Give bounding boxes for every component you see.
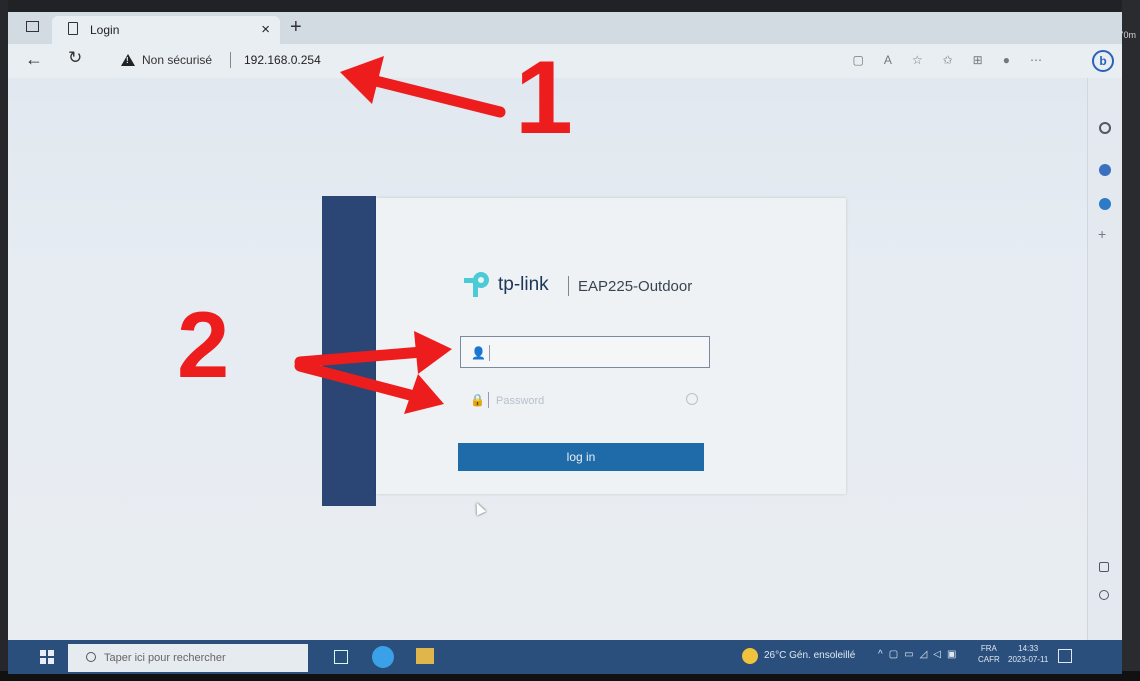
add-icon[interactable]: + [1098, 226, 1106, 242]
annotation-label-1: 1 [515, 40, 573, 156]
language-code: FRA [980, 644, 997, 653]
weather-sun-icon[interactable] [742, 648, 758, 664]
reload-icon[interactable]: ↻ [68, 48, 82, 68]
file-explorer-icon[interactable] [416, 648, 434, 664]
clock-date: 2023-07-11 [1008, 655, 1049, 664]
notification-icon[interactable] [1058, 649, 1072, 663]
system-tray-icons[interactable]: ^▢▭◿◁▣ [878, 649, 962, 660]
toolbar-icons[interactable]: ▢A☆✩⊞●⋯ [853, 53, 1062, 67]
edge-icon[interactable] [372, 646, 394, 668]
mouse-cursor-icon [471, 500, 487, 516]
page-icon [68, 22, 78, 35]
username-input[interactable] [495, 343, 689, 365]
address-bar[interactable]: 192.168.0.254 [244, 53, 321, 67]
back-arrow-icon[interactable]: ← [25, 49, 43, 70]
keyboard-layout: CAFR [978, 655, 1000, 664]
weather-text[interactable]: 26°C Gén. ensoleillé [764, 650, 855, 661]
windows-start-icon[interactable] [40, 650, 54, 664]
taskbar-search[interactable]: Taper ici pour rechercher [68, 644, 308, 672]
tab-actions-icon[interactable] [26, 21, 39, 32]
device-model: EAP225-Outdoor [578, 278, 693, 295]
tab-login[interactable]: Login × [52, 16, 280, 44]
login-button[interactable]: log in [458, 443, 704, 471]
browser-sidebar: + [1087, 78, 1122, 640]
brand-name: tp-link [498, 274, 549, 295]
tplink-logo-icon [464, 272, 489, 297]
annotation-label-2: 2 [177, 292, 230, 397]
close-icon[interactable]: × [261, 21, 270, 38]
task-view-icon[interactable] [334, 650, 348, 664]
split-screen-icon[interactable] [1099, 562, 1109, 572]
brand-divider [568, 276, 569, 296]
password-input[interactable] [494, 390, 688, 412]
sidebar-app-icon[interactable] [1099, 164, 1111, 176]
gear-icon[interactable] [1099, 590, 1109, 600]
login-card: tp-link EAP225-Outdoor 👤 🔒 log in [376, 198, 846, 516]
lock-icon: 🔒 [470, 393, 485, 407]
field-divider [489, 345, 490, 361]
laptop-bezel-right [1122, 0, 1140, 681]
clock-time: 14:33 [1018, 644, 1039, 653]
card-side-stripe [322, 196, 376, 506]
show-password-icon[interactable] [686, 393, 698, 405]
warning-icon[interactable] [121, 54, 135, 66]
laptop-bezel-left [0, 0, 8, 681]
windows-taskbar: Taper ici pour rechercher 26°C Gén. enso… [8, 640, 1122, 674]
address-divider [230, 52, 231, 68]
field-divider [488, 392, 489, 408]
user-icon: 👤 [471, 346, 486, 360]
search-icon[interactable] [1099, 122, 1111, 134]
password-field[interactable]: 🔒 [460, 384, 710, 416]
clock[interactable]: 14:33 2023-07-11 [1008, 643, 1048, 665]
language-indicator[interactable]: FRA CAFR [978, 643, 1000, 665]
search-icon [86, 652, 96, 662]
security-warning[interactable]: Non sécurisé [142, 53, 212, 67]
username-field[interactable]: 👤 [460, 336, 710, 368]
laptop-bezel-top [0, 0, 1140, 12]
plus-icon[interactable]: + [290, 16, 302, 39]
bing-icon[interactable]: b [1092, 50, 1114, 72]
taskbar-search-placeholder: Taper ici pour rechercher [104, 652, 226, 664]
tab-title: Login [90, 23, 120, 37]
outlook-icon[interactable] [1099, 198, 1111, 210]
